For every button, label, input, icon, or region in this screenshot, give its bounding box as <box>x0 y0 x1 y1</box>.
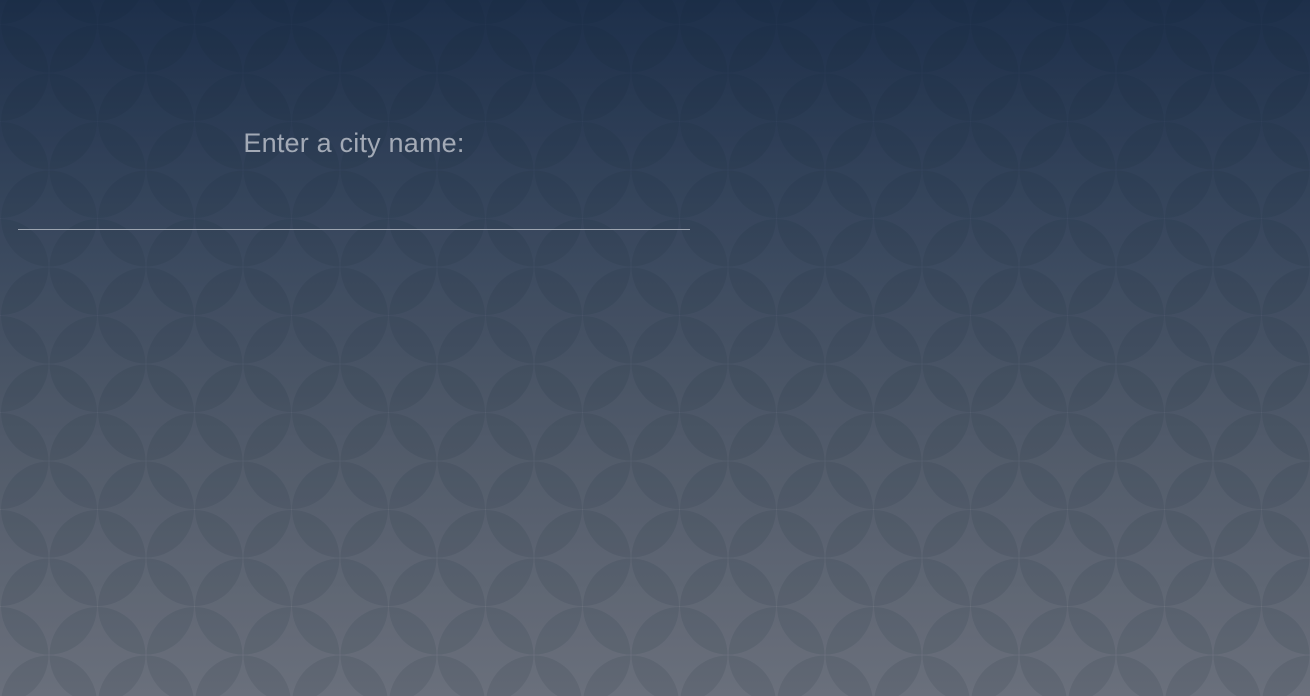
city-name-input[interactable] <box>18 190 690 230</box>
city-search-label: Enter a city name: <box>243 128 465 158</box>
city-search-panel: Enter a city name: <box>18 0 690 240</box>
